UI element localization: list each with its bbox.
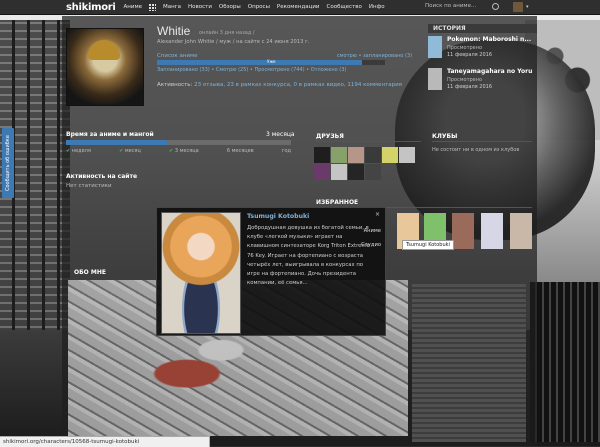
anime-list-progress-label: Уже (267, 59, 276, 64)
nav-community[interactable]: Сообщество (327, 4, 362, 10)
history-item-status: Просмотрено (447, 77, 483, 83)
activity-value: 23 отзыва, 23 в рамках конкурса, 0 в рам… (194, 82, 402, 88)
site-activity-empty: Нет статистики (66, 183, 112, 189)
site-activity-title: Активность на сайте (66, 173, 138, 180)
popup-tabs: Аниме Студио (357, 224, 381, 252)
profile-status: онлайн 3 дня назад / (199, 30, 255, 36)
background-fence (530, 282, 600, 442)
history-item[interactable]: Taneyamagahara no Yoru Просмотрено 11 фе… (428, 68, 538, 96)
user-avatar-mini[interactable] (513, 2, 523, 12)
clubs-empty: Не состоит ни в одном из клубов (432, 147, 520, 153)
friend-avatar[interactable] (331, 147, 347, 163)
friend-avatar[interactable] (399, 147, 415, 163)
close-icon[interactable]: × (375, 211, 380, 218)
favourites-title: ИЗБРАННОЕ (316, 199, 359, 206)
friend-avatar[interactable] (365, 164, 381, 180)
nav-anime[interactable]: Аниме (124, 4, 142, 10)
friends-title[interactable]: ДРУЗЬЯ (316, 133, 344, 140)
feedback-button[interactable]: Сообщить об ошибке (2, 128, 14, 198)
friend-avatar[interactable] (314, 164, 330, 180)
favourite-character[interactable] (452, 213, 474, 249)
tab-anime[interactable]: Аниме (357, 224, 381, 238)
friend-avatar[interactable] (365, 147, 381, 163)
nav-recommendations[interactable]: Рекомендации (277, 4, 320, 10)
profile-meta: Alexander John Whitie / муж / на сайте с… (157, 39, 310, 45)
site-logo[interactable]: shikimori (66, 2, 116, 13)
clubs-title[interactable]: КЛУБЫ (432, 133, 457, 140)
history-item-date: 11 февраля 2016 (447, 84, 493, 90)
search-icon[interactable] (492, 3, 499, 10)
anime-list-progress-fill (157, 60, 363, 65)
time-mark-6months[interactable]: 6 месяцев (227, 148, 254, 154)
history-title[interactable]: ИСТОРИЯ (428, 24, 537, 33)
about-title: ОБО МНЕ (74, 269, 106, 276)
profile-activity: Активность: 23 отзыва, 23 в рамках конку… (157, 82, 402, 88)
character-description: Добродушная девушка из богатой семьи, в … (247, 225, 370, 287)
top-navbar: shikimori Аниме Манга Новости Обзоры Опр… (0, 0, 600, 15)
time-stats-period[interactable]: 3 месяца (266, 131, 295, 138)
favourite-character[interactable] (510, 213, 532, 249)
history-thumb (428, 68, 442, 90)
history-item-title[interactable]: Taneyamagahara no Yoru (447, 68, 532, 75)
history-item[interactable]: Pokemon: Maboroshi n... Просмотрено 11 ф… (428, 36, 538, 64)
nav-reviews[interactable]: Обзоры (219, 4, 241, 10)
friends-divider (316, 141, 421, 142)
nav-news[interactable]: Новости (188, 4, 212, 10)
character-popup: Tsumugi Kotobuki Добродушная девушка из … (156, 207, 386, 336)
main-nav: Аниме Манга Новости Обзоры Опросы Рекоме… (124, 3, 392, 11)
favourite-character[interactable] (481, 213, 503, 249)
tab-studio[interactable]: Студио (357, 238, 381, 252)
friend-avatar[interactable] (314, 147, 330, 163)
history-item-title[interactable]: Pokemon: Maboroshi n... (447, 36, 531, 43)
friend-avatar[interactable] (348, 147, 364, 163)
profile-name: Whitie (157, 24, 191, 38)
history-item-date: 11 февраля 2016 (447, 52, 493, 58)
chevron-down-icon[interactable]: ▾ (526, 4, 529, 10)
time-mark-3months[interactable]: ✔ 3 месяца (169, 148, 199, 154)
grid-menu-icon[interactable] (149, 3, 156, 11)
nav-info[interactable]: Инфо (369, 4, 385, 10)
time-stats-bar-fill (66, 140, 291, 145)
nav-manga[interactable]: Манга (163, 4, 181, 10)
anime-list-stats[interactable]: Запланировано (33) • Смотрю (25) • Просм… (157, 67, 346, 73)
friend-avatar[interactable] (331, 164, 347, 180)
character-portrait[interactable] (161, 212, 241, 334)
character-hover-tooltip: Tsumugi Kotobuki (402, 240, 454, 250)
friend-avatar[interactable] (348, 164, 364, 180)
time-stats-bar (66, 140, 291, 145)
time-mark-month[interactable]: ✔ месяц (119, 148, 141, 154)
time-stats-scale: ✔ неделя ✔ месяц ✔ 3 месяца 6 месяцев го… (66, 148, 291, 154)
clubs-divider (432, 141, 532, 142)
anime-list-link[interactable]: Список аниме (157, 53, 198, 59)
browser-status-bar: shikimori.org/characters/10568-tsumugi-k… (0, 436, 210, 447)
time-stats-title: Время за аниме и мангой (66, 131, 154, 138)
anime-list-progress: Уже (157, 59, 385, 65)
nav-polls[interactable]: Опросы (248, 4, 270, 10)
history-thumb (428, 36, 442, 58)
history-item-status: Просмотрено (447, 45, 483, 51)
anime-list-sub[interactable]: смотрю • запланировано (3) (337, 53, 412, 59)
character-name[interactable]: Tsumugi Kotobuki (247, 213, 309, 220)
time-mark-year[interactable]: год (282, 148, 291, 154)
friend-avatar[interactable] (382, 147, 398, 163)
time-mark-week[interactable]: ✔ неделя (66, 148, 91, 154)
